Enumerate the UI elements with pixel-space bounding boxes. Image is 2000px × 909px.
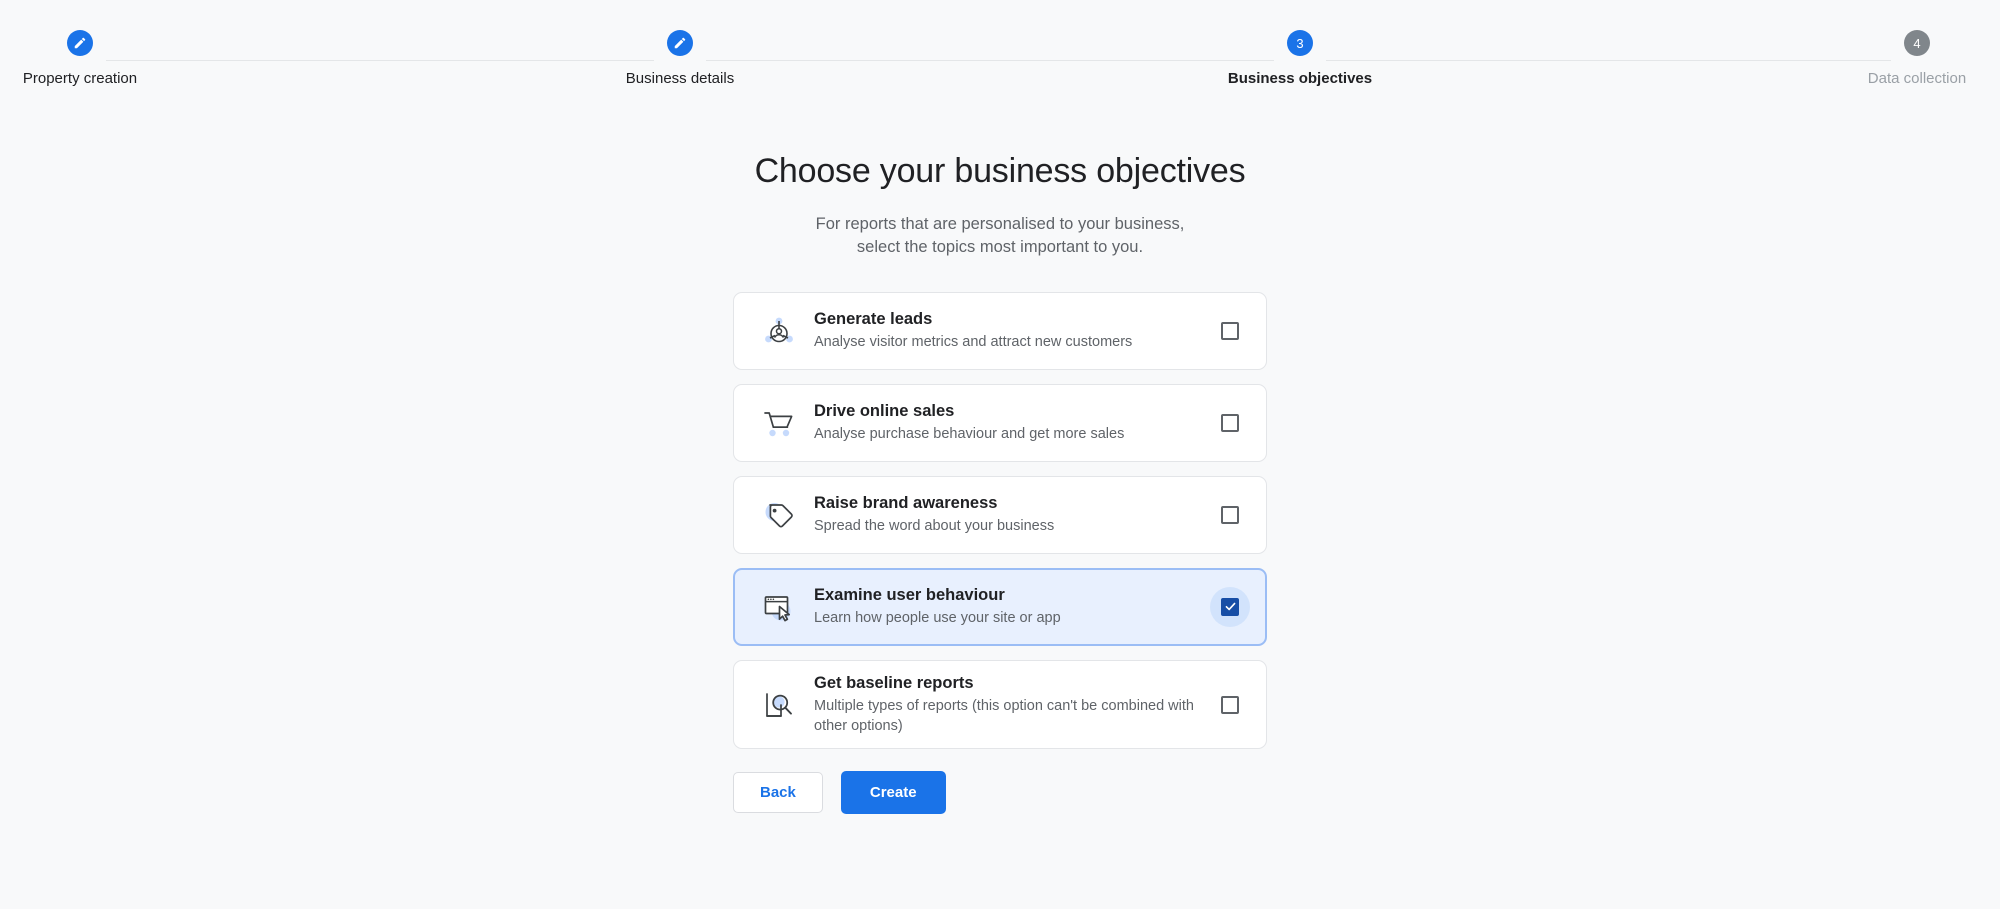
step-number-3: 3 (1296, 35, 1304, 51)
objective-card-raise-brand-awareness[interactable]: Raise brand awareness Spread the word ab… (733, 475, 1267, 554)
edit-icon (673, 36, 687, 50)
step-label-3: Business objectives (1227, 70, 1373, 87)
main-content: Choose your business objectives For repo… (0, 110, 2000, 815)
stepper-step-property-creation[interactable]: Property creation (0, 30, 200, 87)
page-subtitle-line-1: For reports that are personalised to you… (815, 215, 1185, 233)
objective-text-generate-leads: Generate leads Analyse visitor metrics a… (814, 309, 1210, 353)
step-connector-3-4 (1326, 60, 1891, 61)
objective-title: Examine user behaviour (814, 585, 1005, 604)
objective-text-get-baseline-reports: Get baseline reports Multiple types of r… (814, 673, 1210, 737)
checkbox-wrap-generate-leads[interactable] (1210, 311, 1250, 351)
document-search-icon (756, 682, 802, 728)
page-subtitle: For reports that are personalised to you… (816, 213, 1185, 260)
objective-title: Generate leads (814, 309, 933, 328)
checkbox-wrap-raise-brand-awareness[interactable] (1210, 495, 1250, 535)
step-label-2: Business details (625, 70, 735, 87)
objective-title: Drive online sales (814, 401, 955, 420)
checkbox-wrap-examine-user-behaviour[interactable] (1210, 586, 1250, 627)
step-label-4: Data collection (1867, 70, 1967, 87)
stepper-step-data-collection[interactable]: 4 Data collection (1797, 30, 2000, 87)
step-label-1: Property creation (22, 70, 138, 87)
objective-description: Spread the word about your business (814, 518, 1055, 535)
objective-title: Raise brand awareness (814, 493, 998, 512)
checkbox-wrap-get-baseline-reports[interactable] (1210, 685, 1250, 725)
step-connector-1-2 (106, 60, 654, 61)
objective-description: Analyse visitor metrics and attract new … (814, 334, 1133, 351)
create-button[interactable]: Create (840, 771, 946, 815)
checkbox-examine-user-behaviour[interactable] (1221, 597, 1239, 616)
checkbox-drive-online-sales[interactable] (1221, 413, 1239, 432)
step-connector-2-3 (706, 60, 1274, 61)
browser-cursor-icon (756, 584, 802, 630)
step-marker-3: 3 (1287, 30, 1313, 56)
objective-description: Analyse purchase behaviour and get more … (814, 426, 1125, 443)
objective-text-examine-user-behaviour: Examine user behaviour Learn how people … (814, 585, 1210, 629)
stepper-step-business-objectives[interactable]: 3 Business objectives (1180, 30, 1420, 87)
step-marker-1 (67, 30, 93, 56)
check-icon (1224, 600, 1237, 613)
stepper-step-business-details[interactable]: Business details (560, 30, 800, 87)
progress-stepper: Property creation Business details 3 Bus… (0, 0, 2000, 110)
objective-card-list: Generate leads Analyse visitor metrics a… (733, 291, 1267, 750)
checkbox-get-baseline-reports[interactable] (1221, 695, 1239, 714)
edit-icon (73, 36, 87, 50)
page-subtitle-line-2: select the topics most important to you. (856, 238, 1144, 257)
objective-card-drive-online-sales[interactable]: Drive online sales Analyse purchase beha… (733, 383, 1267, 462)
lead-network-icon (756, 308, 802, 354)
objective-description: Learn how people use your site or app (814, 610, 1061, 627)
objective-title: Get baseline reports (814, 673, 974, 692)
back-button[interactable]: Back (733, 772, 823, 814)
step-marker-4: 4 (1904, 30, 1930, 56)
shopping-cart-icon (756, 400, 802, 446)
step-number-4: 4 (1913, 35, 1921, 51)
checkbox-wrap-drive-online-sales[interactable] (1210, 403, 1250, 443)
checkbox-generate-leads[interactable] (1221, 321, 1239, 340)
page-title: Choose your business objectives (754, 152, 1246, 190)
price-tag-icon (756, 492, 802, 538)
action-bar: Back Create (733, 771, 1267, 815)
objective-card-generate-leads[interactable]: Generate leads Analyse visitor metrics a… (733, 291, 1267, 370)
objective-card-get-baseline-reports[interactable]: Get baseline reports Multiple types of r… (733, 659, 1267, 750)
objective-card-examine-user-behaviour[interactable]: Examine user behaviour Learn how people … (733, 567, 1267, 646)
objective-text-drive-online-sales: Drive online sales Analyse purchase beha… (814, 401, 1210, 445)
objective-text-raise-brand-awareness: Raise brand awareness Spread the word ab… (814, 493, 1210, 537)
step-marker-2 (667, 30, 693, 56)
checkbox-raise-brand-awareness[interactable] (1221, 505, 1239, 524)
objective-description: Multiple types of reports (this option c… (814, 698, 1194, 734)
